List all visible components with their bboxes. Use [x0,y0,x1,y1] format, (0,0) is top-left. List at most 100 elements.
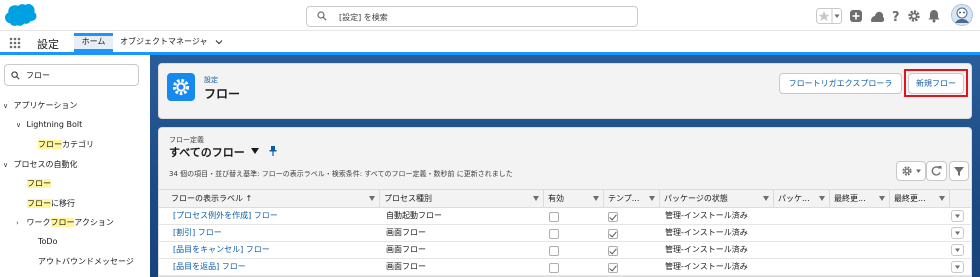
favorites-star-icon[interactable] [816,6,842,26]
column-label: テンプ... [608,194,640,203]
column-header-last-modified-by[interactable]: 最終更... [889,190,949,209]
app-name: 設定 [37,38,59,51]
list-settings-button[interactable] [896,161,926,181]
package-state-cell: 管理-インストール済み [665,228,748,237]
svg-text:?: ? [892,10,900,25]
process-type-cell: 画面フロー [386,262,426,271]
row-action-menu[interactable] [951,261,964,273]
active-checkbox [549,246,559,256]
search-highlight: フロー [27,199,51,208]
chevron-down-icon[interactable] [763,196,769,201]
search-icon [11,71,20,80]
table-row: [品目を返品] フロー 画面フロー 管理-インストール済み [159,259,971,276]
help-icon[interactable]: ? [890,6,902,26]
sidebar-item-label: ワーク [26,218,51,227]
filter-icon [954,167,964,176]
sidebar-item-flows[interactable]: フロー [27,178,51,189]
process-type-cell: 画面フロー [386,245,426,254]
new-flow-button[interactable]: 新規フロー [908,73,964,94]
trailhead-icon[interactable] [869,6,885,26]
column-label: 最終更... [894,194,926,203]
process-type-cell: 画面フロー [386,228,426,237]
template-checkbox [608,212,618,222]
column-header-process-type[interactable]: プロセス種別 [379,190,543,209]
sidebar-item-outbound-message[interactable]: アウトバウンドメッセージ [38,256,134,267]
chevron-down-icon[interactable] [369,196,375,201]
breadcrumb[interactable]: 設定 [204,75,218,85]
chevron-down-icon[interactable] [533,196,539,201]
flow-trigger-explorer-button[interactable]: フロートリガエクスプローラ [779,73,902,94]
chevron-down-icon [955,248,960,252]
column-label: パッケ... [778,194,810,203]
flow-link[interactable]: [プロセス例外を作成] フロー [173,208,278,225]
flow-link[interactable]: [割引] フロー [173,225,222,242]
setup-gear-icon[interactable] [907,6,921,26]
table-row: [品目をキャンセル] フロー 画面フロー 管理-インストール済み [159,242,971,259]
global-add-icon[interactable] [849,6,863,26]
chevron-down-icon [955,231,960,235]
flow-setup-icon [167,73,195,101]
sidebar-item-work-flow-action[interactable]: › ワークフローアクション [16,217,114,228]
row-action-menu[interactable] [951,227,964,239]
sidebar-item-todo[interactable]: ToDo [38,237,57,246]
chevron-down-icon[interactable] [939,196,945,201]
chevron-down-icon[interactable] [593,196,599,201]
list-info-text: 34 個の項目・並び替え基準: フローの表示ラベル・検索条件: すべてのフロー定… [169,170,513,178]
chevron-down-icon[interactable] [649,196,655,201]
active-checkbox [549,212,559,222]
row-action-menu[interactable] [951,244,964,256]
package-state-cell: 管理-インストール済み [665,245,748,254]
column-label: パッケージの状態 [664,194,728,203]
app-launcher-icon[interactable] [9,37,21,49]
refresh-button[interactable] [926,161,947,181]
package-state-cell: 管理-インストール済み [665,211,748,220]
template-checkbox [608,263,618,273]
chevron-down-icon: ∨ [16,121,22,129]
table-row: [割引] フロー 画面フロー 管理-インストール済み [159,225,971,242]
page-title: フロー [204,87,241,101]
list-view-name[interactable]: すべてのフロー [169,144,245,160]
template-checkbox [608,246,618,256]
sidebar-item-applications[interactable]: ∨ アプリケーション [3,100,77,111]
active-checkbox [549,229,559,239]
column-header-package[interactable]: パッケ... [773,190,829,209]
tab-home[interactable]: ホーム [74,33,113,52]
column-label: プロセス種別 [384,194,432,203]
process-type-cell: 自動起動フロー [386,211,442,220]
notifications-bell-icon[interactable] [927,6,941,26]
sidebar-item-label: に移行 [51,199,75,208]
quick-find-value: フロー [26,71,50,80]
filter-button[interactable] [949,161,969,181]
global-search-input[interactable]: [設定] を検索 [306,6,638,27]
flow-link[interactable]: [品目を返品] フロー [173,259,246,276]
caret-down-icon[interactable] [251,148,259,154]
chevron-down-icon [955,214,960,218]
column-header-active[interactable]: 有効 [543,190,603,209]
column-header-package-state[interactable]: パッケージの状態 [659,190,773,209]
salesforce-logo[interactable] [4,3,38,27]
search-highlight: フロー [38,140,62,149]
flow-link[interactable]: [品目をキャンセル] フロー [173,242,270,259]
sidebar-item-lightning-bolt[interactable]: ∨ Lightning Bolt [16,120,82,129]
row-action-menu[interactable] [951,210,964,222]
column-header-template[interactable]: テンプ... [603,190,659,209]
chevron-down-icon[interactable] [879,196,885,201]
user-avatar[interactable] [951,4,973,26]
chevron-down-icon [955,265,960,269]
quick-find-input[interactable]: フロー [4,64,139,86]
chevron-down-icon: ∨ [3,102,9,110]
sidebar-item-label: アウトバウンドメッセージ [38,257,134,266]
search-icon [317,11,327,21]
sidebar-item-migrate-to-flow[interactable]: フローに移行 [27,198,75,209]
setup-sidebar: フロー ∨ アプリケーション ∨ Lightning Bolt フローカテゴリ … [0,55,150,277]
sidebar-item-label: アプリケーション [13,101,78,110]
chevron-down-icon[interactable] [819,196,825,201]
chevron-down-icon[interactable] [215,38,223,46]
sidebar-item-process-automation[interactable]: ∨ プロセスの自動化 [3,159,78,170]
column-header-last-modified[interactable]: 最終更... [829,190,889,209]
pin-icon[interactable] [269,146,277,156]
column-header-label[interactable]: フローの表示ラベル ↑ [167,190,379,209]
sidebar-item-flow-category[interactable]: フローカテゴリ [38,139,94,150]
sidebar-item-label: プロセスの自動化 [13,160,78,169]
tab-object-manager[interactable]: オブジェクトマネージャ [120,36,207,47]
